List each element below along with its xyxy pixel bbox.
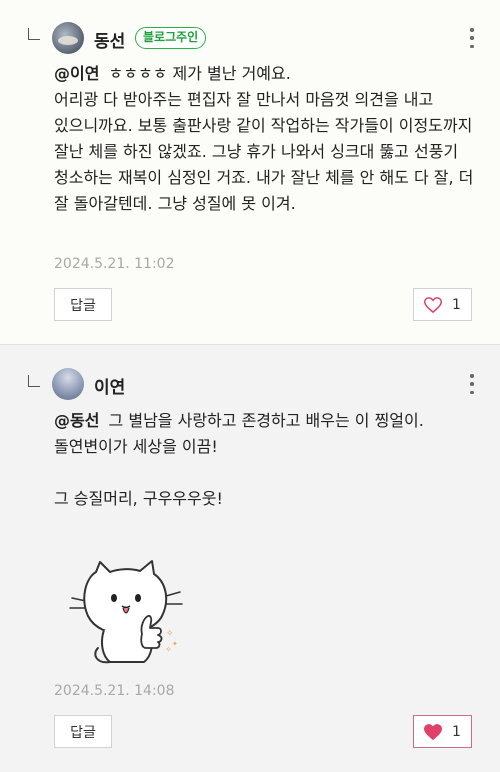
- mention[interactable]: @이연: [54, 64, 99, 83]
- author-name[interactable]: 동선: [94, 27, 125, 52]
- reply-indent-icon: [28, 375, 40, 387]
- comment-reply: 동선 블로그주인 @이연 ㅎㅎㅎㅎ 제가 별난 거예요. 어리광 다 받아주는 …: [0, 0, 500, 344]
- heart-filled-icon: [424, 723, 443, 740]
- svg-text:✦: ✦: [172, 640, 178, 648]
- reply-indent-icon: [28, 28, 40, 40]
- more-options-icon[interactable]: [466, 374, 478, 394]
- comment-body: @동선 그 별남을 사랑하고 존경하고 배우는 이 찡얼이. 돌연변이가 세상을…: [54, 408, 484, 512]
- comment-text: 그 별남을 사랑하고 존경하고 배우는 이 찡얼이. 돌연변이가 세상을 이끔!…: [54, 411, 424, 508]
- comment-body: @이연 ㅎㅎㅎㅎ 제가 별난 거예요. 어리광 다 받아주는 편집자 잘 만나서…: [54, 61, 484, 217]
- owner-badge: 블로그주인: [135, 27, 207, 49]
- like-button[interactable]: 1: [413, 288, 472, 321]
- reply-button[interactable]: 답글: [54, 715, 112, 748]
- comment-text: ㅎㅎㅎㅎ 제가 별난 거예요. 어리광 다 받아주는 편집자 잘 만나서 마음껏…: [54, 64, 474, 213]
- author-name[interactable]: 이연: [94, 373, 125, 398]
- like-count: 1: [452, 723, 461, 740]
- reply-button[interactable]: 답글: [54, 288, 112, 321]
- comment-reply: 이연 @동선 그 별남을 사랑하고 존경하고 배우는 이 찡얼이. 돌연변이가 …: [0, 344, 500, 772]
- mention[interactable]: @동선: [54, 411, 99, 430]
- more-options-icon[interactable]: [466, 28, 478, 48]
- comment-date: 2024.5.21. 11:02: [54, 256, 175, 272]
- cat-thumbs-up-sticker: ✧ ✦ ✧: [69, 560, 183, 664]
- comment-date: 2024.5.21. 14:08: [54, 683, 175, 699]
- avatar[interactable]: [52, 368, 84, 400]
- like-count: 1: [452, 296, 461, 313]
- svg-text:✧: ✧: [166, 629, 174, 639]
- like-button[interactable]: 1: [413, 715, 472, 748]
- svg-text:✧: ✧: [165, 645, 172, 654]
- heart-outline-icon: [424, 296, 443, 313]
- avatar[interactable]: [52, 22, 84, 54]
